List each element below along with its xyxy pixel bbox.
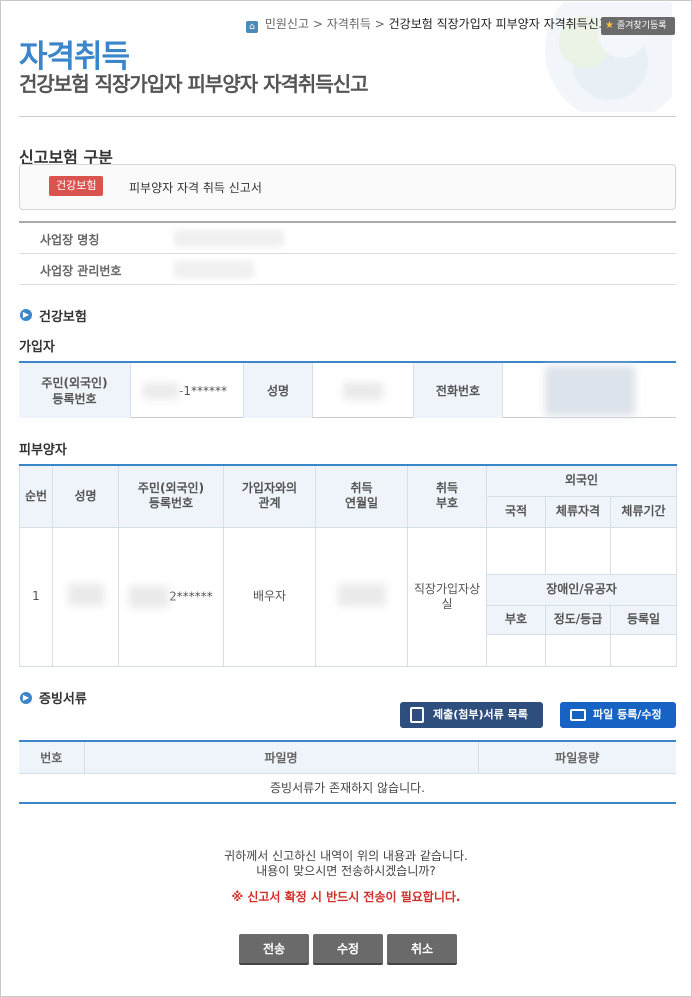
- evidence-table: 번호 파일명 파일용량 증빙서류가 존재하지 않습니다.: [19, 740, 676, 804]
- col-id: 주민(외국인) 등록번호: [118, 464, 224, 528]
- workplace-name-label: 사업장 명칭: [40, 233, 100, 247]
- dep-nationality: [486, 526, 546, 575]
- submitted-docs-list-button[interactable]: 제출(첨부)서류 목록: [400, 702, 543, 728]
- dependent-title: 피부양자: [19, 443, 67, 458]
- subscriber-id-label-1: 주민(외국인): [41, 375, 108, 390]
- evidence-title: 증빙서류: [39, 692, 87, 707]
- subscriber-phone-redacted: [544, 365, 635, 416]
- col-relation-1: 가입자와의: [241, 481, 298, 496]
- col-disabled: 장애인/유공자: [486, 573, 677, 606]
- subscriber-title: 가입자: [19, 340, 55, 355]
- health-section-title: 건강보험: [39, 310, 87, 325]
- star-icon: ★: [605, 20, 614, 31]
- col-date-2: 연월일: [344, 496, 379, 511]
- submitted-docs-list-label: 제출(첨부)서류 목록: [433, 708, 528, 721]
- insurance-type-text: 피부양자 자격 취득 신고서: [129, 181, 262, 195]
- dep-id-redacted: [129, 585, 170, 608]
- dep-date-redacted: [337, 583, 386, 606]
- ev-col-no: 번호: [19, 741, 85, 774]
- dep-name: [52, 526, 119, 667]
- dep-name-redacted: [67, 583, 104, 606]
- col-dis-date: 등록일: [610, 604, 677, 635]
- warning-text: ※ 신고서 확정 시 반드시 전송이 필요합니다.: [231, 890, 461, 904]
- col-code-2: 부호: [435, 496, 459, 511]
- breadcrumb-item-complaint[interactable]: 민원신고: [265, 17, 309, 31]
- col-date: 취득 연월일: [315, 464, 408, 528]
- favorite-button[interactable]: ★ 즐겨찾기등록: [601, 17, 675, 35]
- workplace-info-table: 사업장 명칭 사업장 관리번호: [19, 221, 676, 285]
- dep-code-1: 직장가입자상: [413, 581, 481, 596]
- breadcrumb-separator: >: [312, 17, 323, 31]
- subscriber-id-cell: -1******: [131, 363, 243, 418]
- dep-dis-date: [610, 633, 677, 667]
- dep-date: [315, 526, 408, 667]
- col-stay-status: 체류자격: [545, 495, 611, 528]
- breadcrumb-separator: >: [374, 17, 385, 31]
- file-upload-button[interactable]: 파일 등록/수정: [560, 702, 676, 728]
- subscriber-id-redacted: [143, 382, 179, 399]
- subscriber-id-header: 주민(외국인) 등록번호: [19, 363, 131, 418]
- col-relation: 가입자와의 관계: [223, 464, 316, 528]
- dep-dis-grade: [545, 633, 611, 667]
- workplace-number-value-redacted: [174, 261, 254, 278]
- breadcrumb: ⌂ 민원신고 > 자격취득 > 건강보험 직장가입자 피부양자 자격취득신고: [246, 15, 610, 33]
- col-code: 취득 부호: [407, 464, 487, 528]
- subscriber-id-label-2: 등록번호: [52, 391, 97, 406]
- workplace-number-row: 사업장 관리번호: [19, 254, 676, 285]
- subscriber-id-value: -1******: [179, 383, 227, 398]
- dep-code: 직장가입자상 실: [407, 526, 487, 667]
- dep-code-2: 실: [441, 596, 453, 611]
- workplace-number-label: 사업장 관리번호: [40, 264, 122, 278]
- ev-col-name: 파일명: [84, 741, 479, 774]
- ev-empty-text: 증빙서류가 존재하지 않습니다.: [270, 781, 425, 796]
- dep-stay-period: [610, 526, 677, 575]
- col-id-2: 등록번호: [148, 496, 194, 511]
- col-name: 성명: [52, 464, 119, 528]
- workplace-name-row: 사업장 명칭: [19, 223, 676, 254]
- dep-seq: 1: [19, 526, 53, 667]
- divider: [19, 116, 676, 117]
- col-dis-code: 부호: [486, 604, 546, 635]
- bullet-arrow-icon: ▶: [20, 309, 32, 321]
- dep-dis-code: [486, 633, 546, 667]
- notice-line-2: 내용이 맞으시면 전송하시겠습니까?: [256, 864, 436, 878]
- insurance-type-box: 건강보험 피부양자 자격 취득 신고서: [19, 164, 676, 210]
- dep-relation: 배우자: [223, 526, 316, 667]
- subscriber-table: 주민(외국인) 등록번호 -1****** 성명 전화번호: [19, 361, 676, 418]
- favorite-label: 즐겨찾기등록: [616, 21, 667, 31]
- col-foreigner: 외국인: [486, 464, 677, 497]
- upload-icon: [570, 709, 586, 721]
- col-code-1: 취득: [435, 481, 459, 496]
- subscriber-name-redacted: [343, 381, 383, 400]
- ev-col-size: 파일용량: [478, 741, 676, 774]
- subscriber-name-header: 성명: [243, 363, 313, 418]
- cancel-button[interactable]: 취소: [387, 934, 457, 965]
- subscriber-phone-cell: [503, 363, 676, 418]
- col-dis-grade: 정도/등급: [545, 604, 611, 635]
- dependent-table: 순번 성명 주민(외국인) 등록번호 가입자와의 관계 취득 연월일 취득 부호 외국인…: [19, 464, 677, 667]
- subscriber-name-cell: [313, 363, 413, 418]
- subscriber-phone-header: 전화번호: [413, 363, 503, 418]
- col-date-1: 취득: [350, 481, 373, 496]
- col-relation-2: 관계: [258, 496, 281, 511]
- dep-stay-status: [545, 526, 611, 575]
- home-icon[interactable]: ⌂: [246, 21, 258, 33]
- bullet-arrow-icon: ▶: [20, 692, 32, 704]
- workplace-name-value-redacted: [174, 230, 284, 247]
- col-nationality: 국적: [486, 495, 546, 528]
- col-stay-period: 체류기간: [610, 495, 677, 528]
- dep-id-value: 2******: [169, 589, 213, 603]
- send-button[interactable]: 전송: [239, 934, 309, 965]
- col-seq: 순번: [19, 464, 53, 528]
- col-id-1: 주민(외국인): [137, 481, 205, 496]
- dependent-row: 1 2****** 배우자 직장가입자상 실: [19, 526, 677, 667]
- breadcrumb-current: 건강보험 직장가입자 피부양자 자격취득신고: [388, 17, 610, 31]
- page-subtitle: 건강보험 직장가입자 피부양자 자격취득신고: [19, 72, 368, 96]
- insurance-badge: 건강보험: [49, 176, 104, 196]
- document-icon: [410, 707, 424, 723]
- breadcrumb-item-acquisition[interactable]: 자격취득: [327, 17, 371, 31]
- edit-button[interactable]: 수정: [313, 934, 383, 965]
- dep-id: 2******: [118, 526, 224, 667]
- file-upload-label: 파일 등록/수정: [593, 708, 662, 721]
